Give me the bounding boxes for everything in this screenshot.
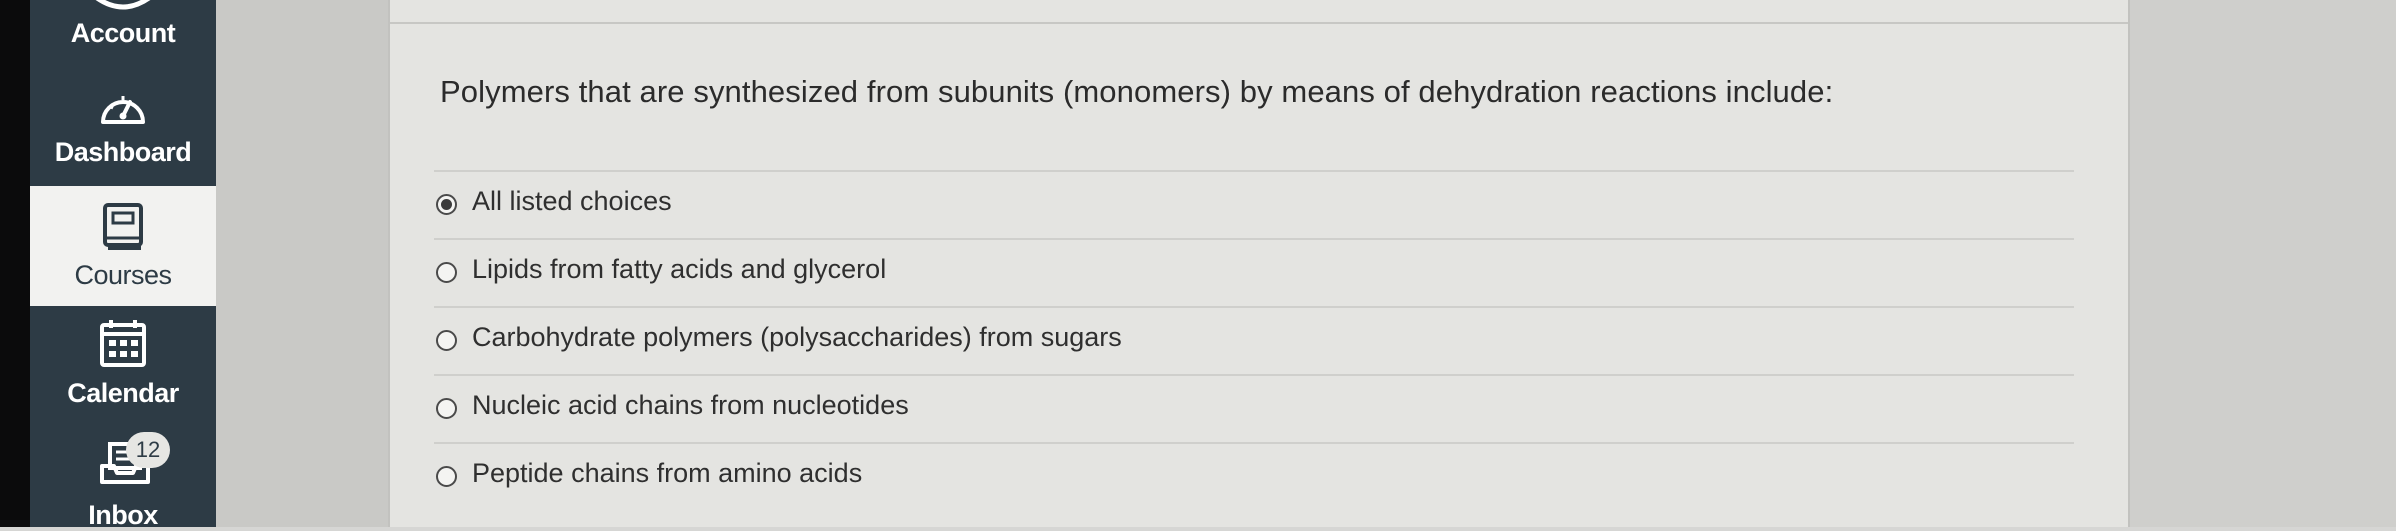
nav-item-inbox[interactable]: 12 Inbox: [30, 430, 216, 530]
answer-option[interactable]: Peptide chains from amino acids: [434, 442, 2074, 510]
nav-label-calendar: Calendar: [67, 378, 179, 408]
answer-option[interactable]: All listed choices: [434, 170, 2074, 238]
radio-button[interactable]: [436, 330, 457, 351]
answer-option[interactable]: Carbohydrate polymers (polysaccharides) …: [434, 306, 2074, 374]
answer-label[interactable]: Lipids from fatty acids and glycerol: [472, 254, 886, 285]
answer-label[interactable]: All listed choices: [472, 186, 672, 217]
radio-button-selected[interactable]: [436, 194, 457, 215]
inbox-unread-badge: 12: [126, 432, 170, 468]
calendar-icon: [100, 320, 146, 367]
quiz-question-panel: Polymers that are synthesized from subun…: [388, 0, 2130, 527]
dashboard-icon: [101, 96, 145, 124]
account-icon: [95, 0, 151, 10]
nav-label-account: Account: [70, 18, 176, 48]
answer-list: All listed choices Lipids from fatty aci…: [434, 170, 2074, 510]
nav-label-dashboard: Dashboard: [54, 137, 192, 167]
question-text: Polymers that are synthesized from subun…: [440, 74, 1834, 109]
screen-bezel: [0, 0, 30, 527]
radio-button[interactable]: [436, 466, 457, 487]
nav-item-dashboard[interactable]: Dashboard: [30, 70, 216, 182]
nav-item-courses[interactable]: Courses: [30, 186, 216, 306]
nav-label-inbox: Inbox: [88, 500, 158, 530]
answer-option[interactable]: Nucleic acid chains from nucleotides: [434, 374, 2074, 442]
radio-button[interactable]: [436, 398, 457, 419]
answer-label[interactable]: Carbohydrate polymers (polysaccharides) …: [472, 322, 1122, 353]
nav-label-courses: Courses: [74, 260, 172, 290]
panel-divider: [390, 22, 2128, 24]
nav-item-calendar[interactable]: Calendar: [30, 310, 216, 430]
radio-button[interactable]: [436, 262, 457, 283]
left-content-gutter: [216, 0, 388, 527]
global-navigation: Account Dashboard Courses Calendar 12 In…: [30, 0, 216, 530]
nav-item-account[interactable]: Account: [30, 0, 216, 60]
right-content-gutter: [2130, 0, 2396, 527]
answer-label[interactable]: Peptide chains from amino acids: [472, 458, 862, 489]
answer-option[interactable]: Lipids from fatty acids and glycerol: [434, 238, 2074, 306]
courses-icon: [103, 203, 143, 250]
answer-label[interactable]: Nucleic acid chains from nucleotides: [472, 390, 909, 421]
